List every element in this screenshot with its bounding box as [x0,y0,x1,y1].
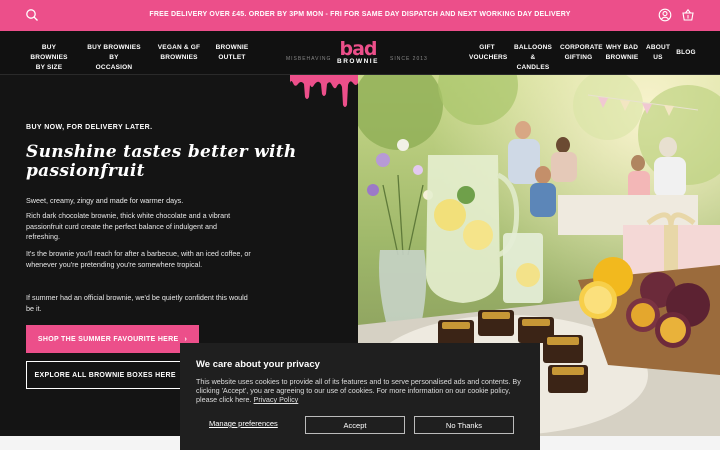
nav-why-bad-brownie[interactable]: WHY BAD BROWNIE [605,43,639,63]
nav-blog[interactable]: BLOG [676,48,696,58]
basket-icon[interactable] [681,8,695,22]
page-bottom-strip-left [0,436,180,450]
nav-vegan-gf[interactable]: VEGAN & GF BROWNIES [157,43,201,63]
nav-corporate-gifting[interactable]: CORPORATE GIFTING [560,43,603,63]
privacy-policy-link[interactable]: Privacy Policy [254,395,299,404]
hero-kicker: BUY NOW, FOR DELIVERY LATER. [26,124,153,131]
promo-bar: FREE DELIVERY OVER £45. ORDER BY 3PM MON… [0,0,720,31]
cookie-text: This website uses cookies to provide all… [196,377,521,405]
nav-brownie-outlet[interactable]: BROWNIE OUTLET [214,43,250,63]
account-icon[interactable] [658,8,672,22]
hero-headline: Sunshine tastes better with passionfruit [26,142,297,181]
manage-preferences-link[interactable]: Manage preferences [209,419,278,428]
hero-paragraph-3: It's the brownie you'll reach for after … [26,249,251,269]
nav-balloons-candles[interactable]: BALLOONS & CANDLES [514,43,552,73]
shop-summer-favourite-button[interactable]: SHOP THE SUMMER FAVOURITE HERE › [26,325,199,353]
tagline-left: MISBEHAVING [286,56,332,62]
nav-about-us[interactable]: ABOUT US [646,43,670,63]
accept-button[interactable]: Accept [305,416,405,434]
hero-paragraph-2: Rich dark chocolate brownie, thick white… [26,211,231,241]
nav-buy-by-size[interactable]: BUY BROWNIES BY SIZE [26,43,72,73]
cookie-consent-dialog: We care about your privacy This website … [180,343,540,450]
cookie-title: We care about your privacy [196,359,320,370]
hero-paragraph-1: Sweet, creamy, zingy and made for warmer… [26,196,184,205]
page-bottom-strip-right [540,436,720,450]
promo-message: FREE DELIVERY OVER £45. ORDER BY 3PM MON… [149,11,571,18]
nav-buy-by-occasion[interactable]: BUY BROWNIES BY OCCASION [86,43,142,73]
no-thanks-button[interactable]: No Thanks [414,416,514,434]
nav-gift-vouchers[interactable]: GIFT VOUCHERS [469,43,507,63]
brand-logo[interactable]: bad BROWNIE [336,38,380,66]
chevron-right-icon: › [184,335,188,343]
tagline-right: SINCE 2013 [390,56,428,62]
hero-paragraph-4: If summer had an official brownie, we'd … [26,293,248,313]
pink-drip-decoration [290,75,358,107]
logo-bad: bad [339,38,377,60]
logo-brownie: BROWNIE [337,58,379,65]
explore-brownie-boxes-button[interactable]: EXPLORE ALL BROWNIE BOXES HERE › [26,361,193,389]
